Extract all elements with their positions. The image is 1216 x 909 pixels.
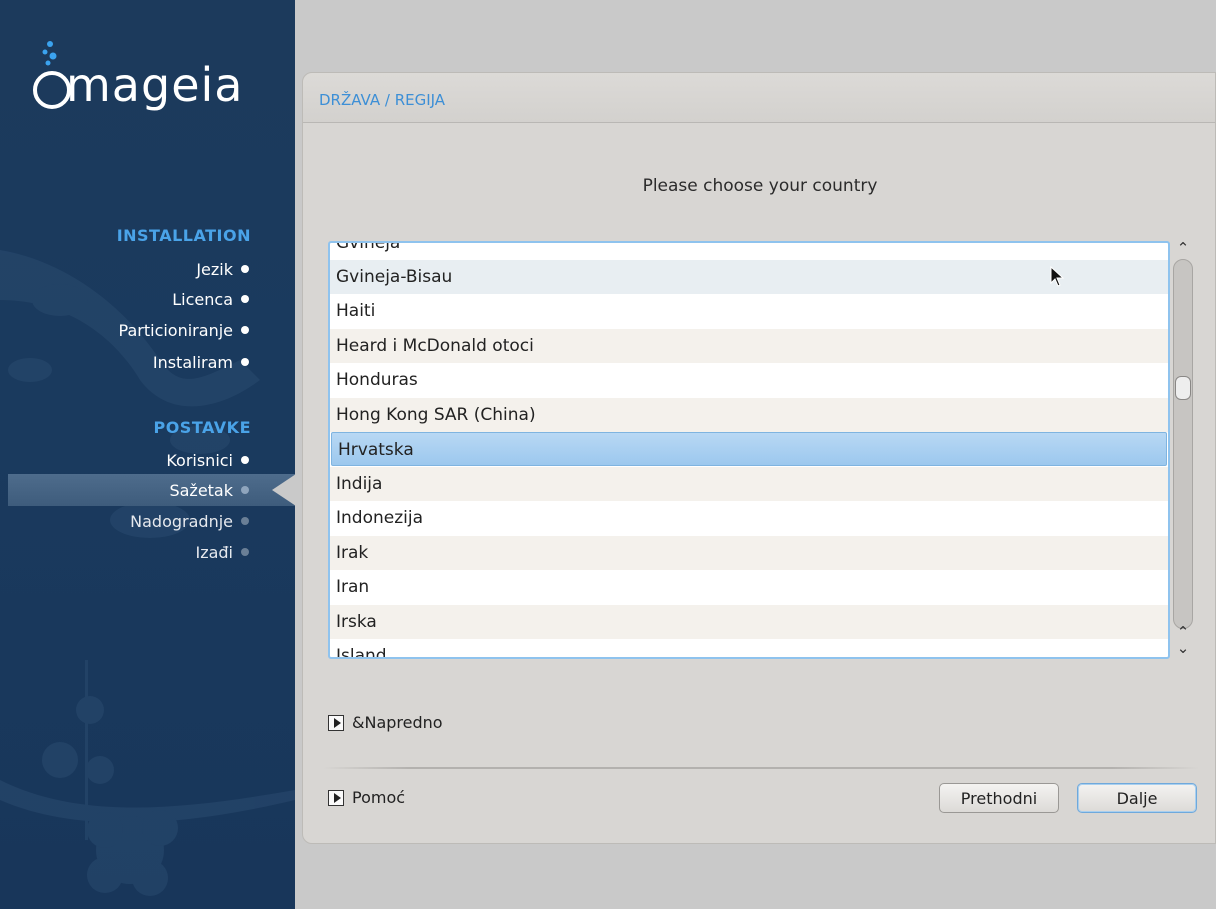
separator (323, 767, 1199, 769)
scroll-down-icon[interactable]: ⌄ (1174, 639, 1192, 657)
expand-arrow-icon (328, 714, 344, 731)
current-step-arrow-icon (272, 474, 296, 506)
next-button[interactable]: Dalje (1077, 783, 1197, 813)
step-pending-dot-icon (241, 548, 249, 556)
step-done-dot-icon (241, 326, 249, 334)
step-label: Particioniranje (118, 320, 233, 340)
list-item[interactable]: Gvineja (330, 243, 1168, 260)
list-item[interactable]: Haiti (330, 294, 1168, 328)
current-step-highlight (8, 474, 295, 506)
step-particioniranje: Particioniranje (119, 319, 249, 341)
step-label: Izađi (195, 542, 233, 562)
mouse-cursor-icon (1050, 266, 1065, 287)
step-done-dot-icon (241, 358, 249, 366)
step-label: Nadogradnje (130, 511, 233, 531)
list-item[interactable]: Honduras (330, 363, 1168, 397)
step-nadogradnje: Nadogradnje (130, 510, 249, 532)
scroll-thumb[interactable] (1175, 376, 1191, 400)
step-done-dot-icon (241, 295, 249, 303)
page-title: DRŽAVA / REGIJA (319, 91, 446, 109)
step-label: Korisnici (166, 450, 233, 470)
list-item[interactable]: Iran (330, 570, 1168, 604)
section-title-postavke: POSTAVKE (153, 418, 251, 437)
floral-decoration (0, 250, 295, 896)
logo-text: mageia (66, 58, 244, 112)
list-item[interactable]: Hong Kong SAR (China) (330, 398, 1168, 432)
expand-arrow-icon (328, 789, 344, 806)
step-label: Licenca (172, 289, 233, 309)
list-scrollbar[interactable]: ⌃ ⌃ ⌄ (1170, 239, 1196, 661)
list-item[interactable]: Heard i McDonald otoci (330, 329, 1168, 363)
step-label: Jezik (196, 259, 233, 279)
step-instaliram: Instaliram (153, 351, 249, 373)
step-sazetak-current: Sažetak (169, 479, 249, 501)
country-list[interactable]: Gvineja Gvineja-Bisau Haiti Heard i McDo… (328, 241, 1170, 659)
step-pending-dot-icon (241, 517, 249, 525)
previous-button[interactable]: Prethodni (939, 783, 1059, 813)
step-label: Instaliram (152, 352, 233, 372)
prompt-label: Please choose your country (642, 176, 878, 196)
main-panel: DRŽAVA / REGIJA Please choose your count… (302, 72, 1216, 844)
step-licenca: Licenca (172, 288, 249, 310)
list-item[interactable]: Island (330, 639, 1168, 657)
panel-header: DRŽAVA / REGIJA (303, 73, 1215, 123)
step-izadi: Izađi (195, 541, 249, 563)
list-item[interactable]: Gvineja-Bisau (330, 260, 1168, 294)
scroll-up-icon[interactable]: ⌃ (1174, 239, 1192, 257)
advanced-label: &Napredno (352, 713, 443, 732)
step-done-dot-icon (241, 265, 249, 273)
step-label: Sažetak (169, 480, 233, 500)
help-label: Pomoć (352, 788, 406, 807)
step-current-dot-icon (241, 486, 249, 494)
list-item[interactable]: Irak (330, 536, 1168, 570)
section-title-installation: INSTALLATION (116, 226, 251, 245)
list-item[interactable]: Irska (330, 605, 1168, 639)
list-item[interactable]: Indija (330, 467, 1168, 501)
list-item[interactable]: Indonezija (330, 501, 1168, 535)
step-done-dot-icon (241, 456, 249, 464)
help-expander[interactable]: Pomoć (328, 788, 405, 807)
scroll-track[interactable] (1173, 259, 1193, 629)
advanced-expander[interactable]: &Napredno (328, 713, 443, 732)
list-item-selected[interactable]: Hrvatska (331, 432, 1167, 466)
step-korisnici: Korisnici (166, 449, 249, 471)
sidebar: mageia INSTALLATION Jezik Licenca Partic… (0, 0, 295, 909)
step-jezik: Jezik (196, 258, 249, 280)
